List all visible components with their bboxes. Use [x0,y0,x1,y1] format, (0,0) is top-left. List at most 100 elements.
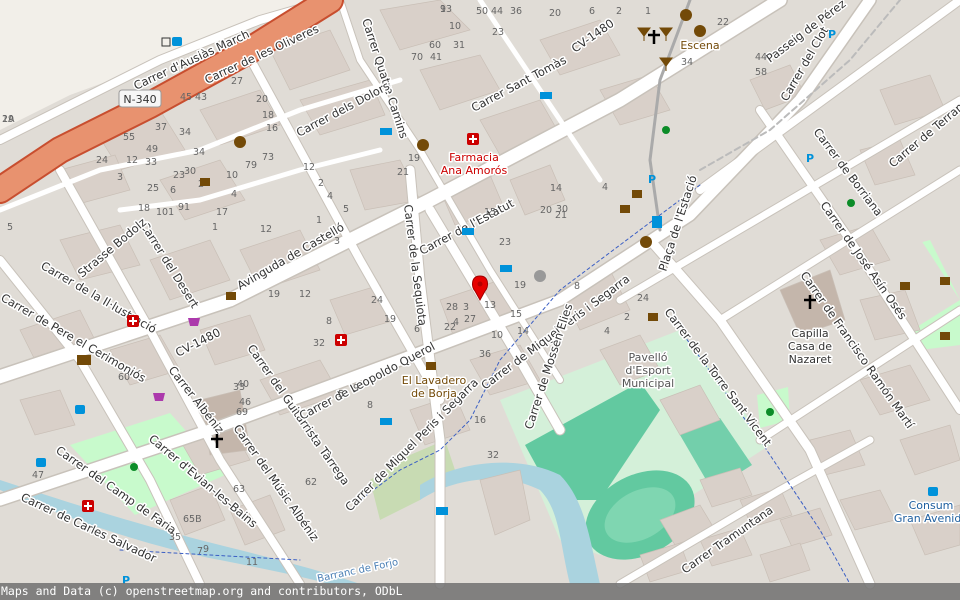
house-number: 60 [118,372,130,383]
house-number: 22 [444,322,456,333]
parking-icon: P [828,28,836,41]
house-number: 15 [510,309,522,320]
house-number: 30 [556,204,568,215]
house-number: 9 [353,383,359,394]
house-number: 73 [262,152,274,163]
house-number: 19 [408,153,420,164]
house-number: 36 [510,6,522,17]
cafe-icon [648,313,658,321]
house-number: 44 [491,6,503,17]
house-number: 27 [464,314,476,325]
house-number: 45 [180,92,192,103]
parking-icon: P [648,173,656,186]
house-number: 55 [123,132,135,143]
theatre-icon [680,9,692,21]
hotel-icon [500,265,512,272]
house-number: 12 [260,224,272,235]
shopping-icon [188,318,200,326]
house-number: 18 [262,110,274,121]
house-number: 12 [299,289,311,300]
house-number: 17 [216,207,228,218]
house-number: 34 [193,147,205,158]
bus-icon [36,458,46,467]
house-number: 6 [414,324,420,335]
house-number: 1 [316,215,322,226]
house-number: 4 [327,191,333,202]
cafe-icon [226,292,236,300]
house-number: 34 [179,127,191,138]
house-number: 36 [479,349,491,360]
house-number: 47 [32,470,44,481]
hotel-icon [380,418,392,425]
house-number: 62 [305,477,317,488]
house-number: 5 [343,204,349,215]
poi-lavadero: El Lavadero de Borja [402,374,467,400]
house-number: 3 [117,172,123,183]
house-number: 28 [446,302,458,313]
house-number: 2 [624,312,630,323]
house-number: 70 [411,52,423,63]
house-number: 5 [7,222,13,233]
svg-text:P: P [648,173,656,186]
poi-pavello: Pavelló d'Esport Municipal [622,351,674,390]
house-number: 16 [474,415,486,426]
house-number: 101 [156,207,174,218]
cafe-icon [940,332,950,340]
house-number: 9 [203,544,209,555]
house-number: 13 [440,4,452,15]
house-number: 32 [487,450,499,461]
house-number: 20 [540,205,552,216]
playground-icon [130,463,138,471]
house-number: 4 [602,182,608,193]
cafe-icon [900,282,910,290]
map-canvas[interactable]: N-340 Carrer d'Ausiàs March Carrer de le… [0,0,960,600]
house-number: 60 [429,40,441,51]
house-number: 21 [397,167,409,178]
svg-text:P: P [828,28,836,41]
art-icon [417,139,429,151]
house-number: 12 [126,155,138,166]
pharmacy-icon [467,133,479,145]
house-number: 8 [574,281,580,292]
map-attribution[interactable]: Maps and Data (c) openstreetmap.org and … [0,583,960,600]
pharmacy-icon [335,334,347,346]
bus-icon [928,487,938,496]
house-number: 5 [338,389,344,400]
hotel-icon [380,128,392,135]
house-number: 49 [146,144,158,155]
house-number: 20 [256,94,268,105]
art-icon [234,136,246,148]
cafe-icon [426,362,436,370]
playground-icon [847,199,855,207]
house-number: 12 [303,162,315,173]
dam-icon [436,507,448,515]
house-number: 19 [384,314,396,325]
house-number: 19 [2,114,14,125]
road-shield-n340: N-340 [118,89,162,108]
house-number: 30 [184,166,196,177]
parking-icon: P [806,152,814,165]
house-number: 33 [233,382,245,393]
house-number: 24 [96,155,108,166]
house-number: 34 [681,57,693,68]
pharmacy-icon [127,315,139,327]
house-number: 43 [195,92,207,103]
house-number: 35 [169,532,181,543]
house-number: 69 [236,407,248,418]
house-number: 8 [367,400,373,411]
house-number: 31 [453,40,465,51]
map-view[interactable]: N-340 Carrer d'Ausiàs March Carrer de le… [0,0,960,600]
house-number: 14 [517,326,529,337]
house-number: 25 [147,183,159,194]
house-number: 10 [449,21,461,32]
house-number: 23 [492,27,504,38]
house-number: 14 [550,183,562,194]
svg-text:P: P [806,152,814,165]
house-number: 65B [183,514,202,525]
cafe-icon [620,205,630,213]
house-number: 19 [268,289,280,300]
house-number: 13 [484,300,496,311]
fuel-icon [652,216,662,228]
house-number: 3 [463,302,469,313]
house-number: 23 [499,237,511,248]
